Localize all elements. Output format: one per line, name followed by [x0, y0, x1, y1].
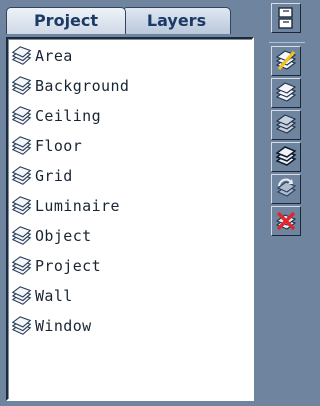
- list-item[interactable]: Object: [11, 223, 251, 249]
- layers-icon: [11, 166, 32, 185]
- refresh-layers-button[interactable]: [271, 174, 301, 204]
- layers-icon: [11, 226, 32, 245]
- tab-project[interactable]: Project: [6, 7, 126, 34]
- list-item[interactable]: Window: [11, 313, 251, 339]
- layer-label: Object: [35, 227, 92, 245]
- list-item[interactable]: Background: [11, 73, 251, 99]
- list-item[interactable]: Floor: [11, 133, 251, 159]
- layers-icon: [11, 76, 32, 95]
- list-item[interactable]: Area: [11, 43, 251, 69]
- layer-label: Ceiling: [35, 107, 102, 125]
- layer-label: Wall: [35, 287, 73, 305]
- show-all-layers-icon: [275, 82, 297, 102]
- solid-layers-button[interactable]: [271, 142, 301, 172]
- list-item[interactable]: Grid: [11, 163, 251, 189]
- layer-edit-icon: [275, 50, 297, 71]
- delete-layer-button[interactable]: [271, 206, 301, 236]
- tab-layers[interactable]: Layers: [122, 7, 231, 34]
- layer-label: Project: [35, 257, 102, 275]
- layers-icon: [11, 316, 32, 335]
- list-item[interactable]: Luminaire: [11, 193, 251, 219]
- list-item[interactable]: Ceiling: [11, 103, 251, 129]
- solid-layers-icon: [275, 146, 297, 166]
- layers-icon: [11, 286, 32, 305]
- list-item[interactable]: Wall: [11, 283, 251, 309]
- layers-icon: [11, 196, 32, 215]
- copy-layer-button[interactable]: [271, 3, 301, 33]
- show-all-layers-button[interactable]: [271, 78, 301, 108]
- layer-edit-button[interactable]: [271, 46, 301, 76]
- layer-label: Background: [35, 77, 130, 95]
- layer-label: Area: [35, 47, 73, 65]
- layer-label: Grid: [35, 167, 73, 185]
- layer-label: Window: [35, 317, 92, 335]
- layer-label: Floor: [35, 137, 83, 155]
- hide-layers-button[interactable]: [271, 110, 301, 140]
- layers-icon: [11, 46, 32, 65]
- layers-panel: Project Layers Area Background Ceiling Floo…: [0, 0, 308, 406]
- list-item[interactable]: Project: [11, 253, 251, 279]
- toolbar-divider: [269, 42, 305, 43]
- layer-label: Luminaire: [35, 197, 120, 215]
- layer-list[interactable]: Area Background Ceiling Floor Grid Luminaire O…: [6, 37, 254, 401]
- hide-layers-icon: [275, 114, 297, 134]
- copy-layer-icon: [278, 7, 293, 29]
- layer-toolbar: [268, 0, 308, 406]
- layers-icon: [11, 106, 32, 125]
- layers-icon: [11, 136, 32, 155]
- layers-icon: [11, 256, 32, 275]
- delete-layer-icon: [275, 211, 297, 231]
- refresh-layers-icon: [276, 178, 297, 197]
